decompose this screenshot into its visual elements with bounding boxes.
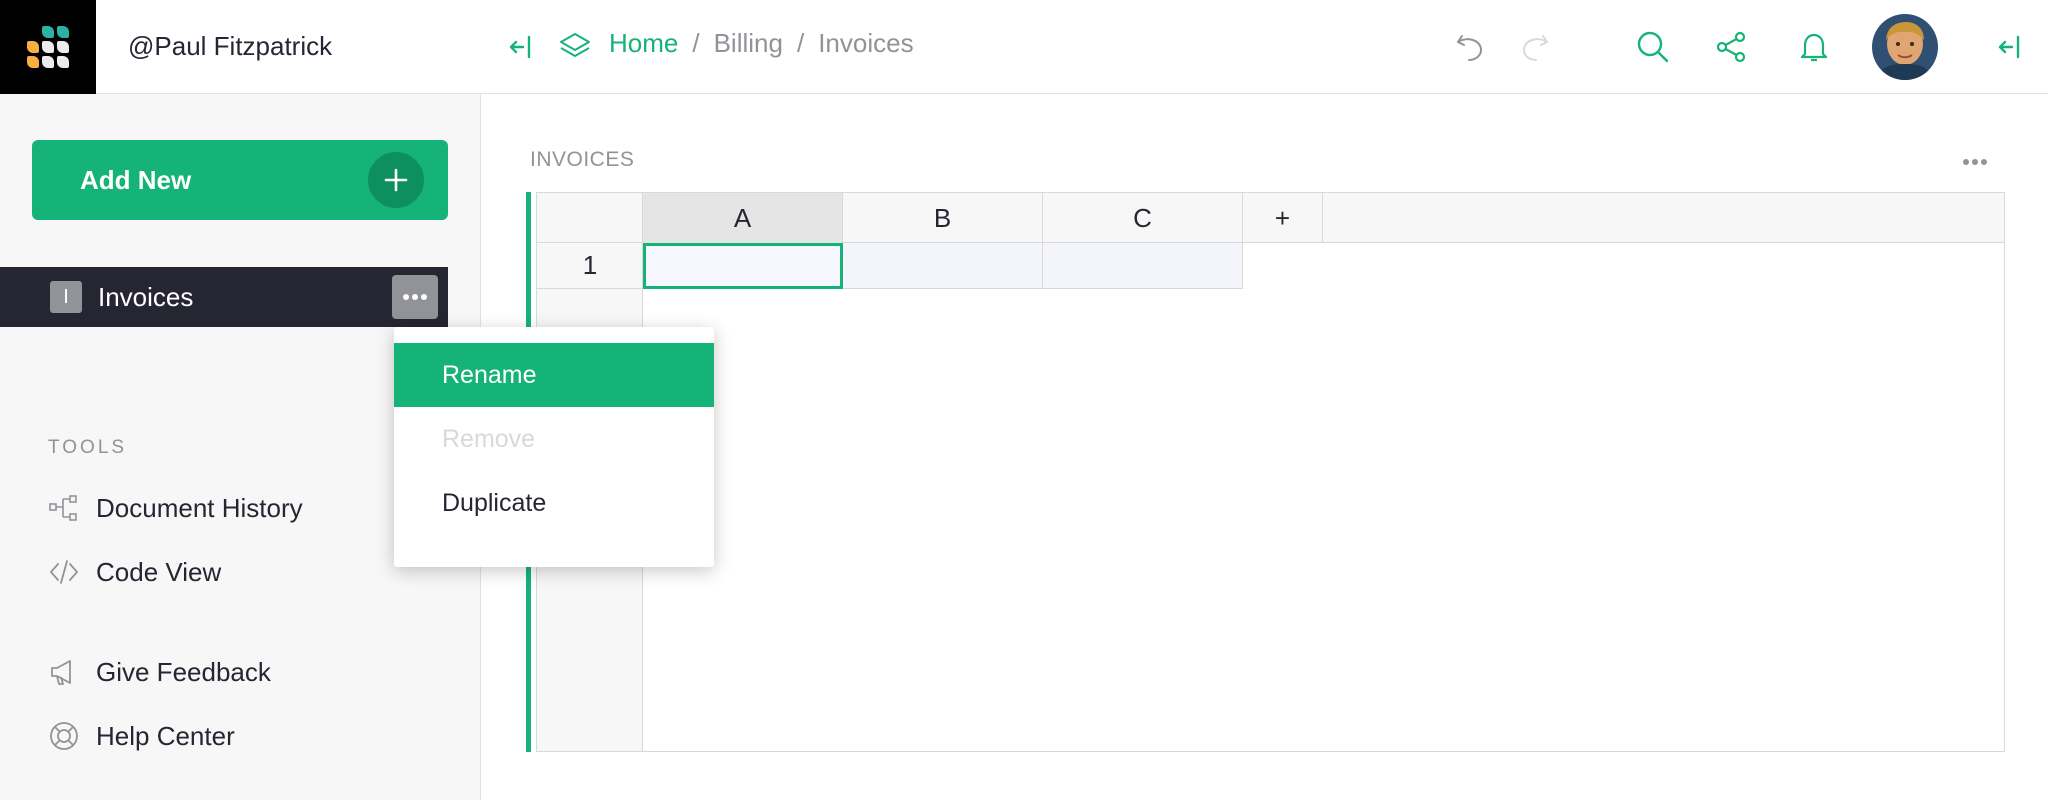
top-bar: Home / Billing / Invoices [481,0,2048,94]
bell-icon[interactable] [1794,27,1834,67]
share-icon[interactable] [1711,27,1751,67]
breadcrumb-page[interactable]: Invoices [818,28,913,59]
add-column-button[interactable]: + [1243,193,1323,243]
cell-b1[interactable] [843,243,1043,289]
add-new-label: Add New [80,164,192,195]
help-center-label: Help Center [96,720,235,751]
give-feedback-link[interactable]: Give Feedback [48,656,271,688]
column-header-a[interactable]: A [643,193,843,243]
give-feedback-label: Give Feedback [96,656,271,687]
column-header-b[interactable]: B [843,193,1043,243]
section-title: INVOICES [530,148,635,171]
breadcrumb: Home / Billing / Invoices [609,28,914,59]
layers-icon [555,27,595,67]
page-item-invoices[interactable]: I Invoices [0,267,448,327]
page-initial-badge: I [50,281,82,313]
menu-item-remove: Remove [442,424,536,453]
megaphone-icon [51,660,71,685]
section-menu-icon[interactable] [1960,152,1990,172]
lifebuoy-icon [50,722,78,750]
column-header-c[interactable]: C [1043,193,1243,243]
tools-header: TOOLS [48,437,128,458]
page-item-label: Invoices [98,281,194,312]
tool-label: Code View [96,556,222,587]
tool-label: Document History [96,492,303,523]
help-center-link[interactable]: Help Center [48,720,235,752]
tool-document-history[interactable]: Document History [48,492,303,524]
breadcrumb-separator: / [692,28,700,58]
collapse-left-panel-icon[interactable] [501,27,541,67]
user-name[interactable]: @Paul Fitzpatrick [128,31,332,62]
breadcrumb-billing[interactable]: Billing [714,28,783,59]
user-band: @Paul Fitzpatrick [96,0,481,94]
more-dots-icon [403,294,427,300]
avatar[interactable] [1872,14,1938,80]
undo-icon[interactable] [1450,27,1490,67]
active-section: A B C + 1 [526,192,2005,752]
column-header-row: A B C + [537,193,2004,243]
menu-item-duplicate[interactable]: Duplicate [394,471,714,535]
page-menu-button[interactable] [392,275,438,319]
page-context-menu: Rename Remove Duplicate [394,327,714,567]
cell-a1[interactable] [643,243,843,289]
menu-item-rename[interactable]: Rename [394,343,714,407]
row-number[interactable]: 1 [537,243,643,289]
redo-icon[interactable] [1515,27,1555,67]
data-grid[interactable]: A B C + 1 [536,192,2005,752]
logo-icon [27,26,69,68]
breadcrumb-home[interactable]: Home [609,28,678,59]
code-icon [50,560,78,584]
search-icon[interactable] [1633,27,1673,67]
add-new-button[interactable]: Add New [32,140,448,220]
corner-cell[interactable] [537,193,643,243]
document-history-icon [49,495,77,521]
tool-code-view[interactable]: Code View [48,556,221,588]
collapse-right-panel-icon[interactable] [1990,27,2030,67]
plus-icon [368,152,424,208]
cell-c1[interactable] [1043,243,1243,289]
breadcrumb-separator: / [796,28,805,58]
app-logo[interactable] [0,0,96,94]
